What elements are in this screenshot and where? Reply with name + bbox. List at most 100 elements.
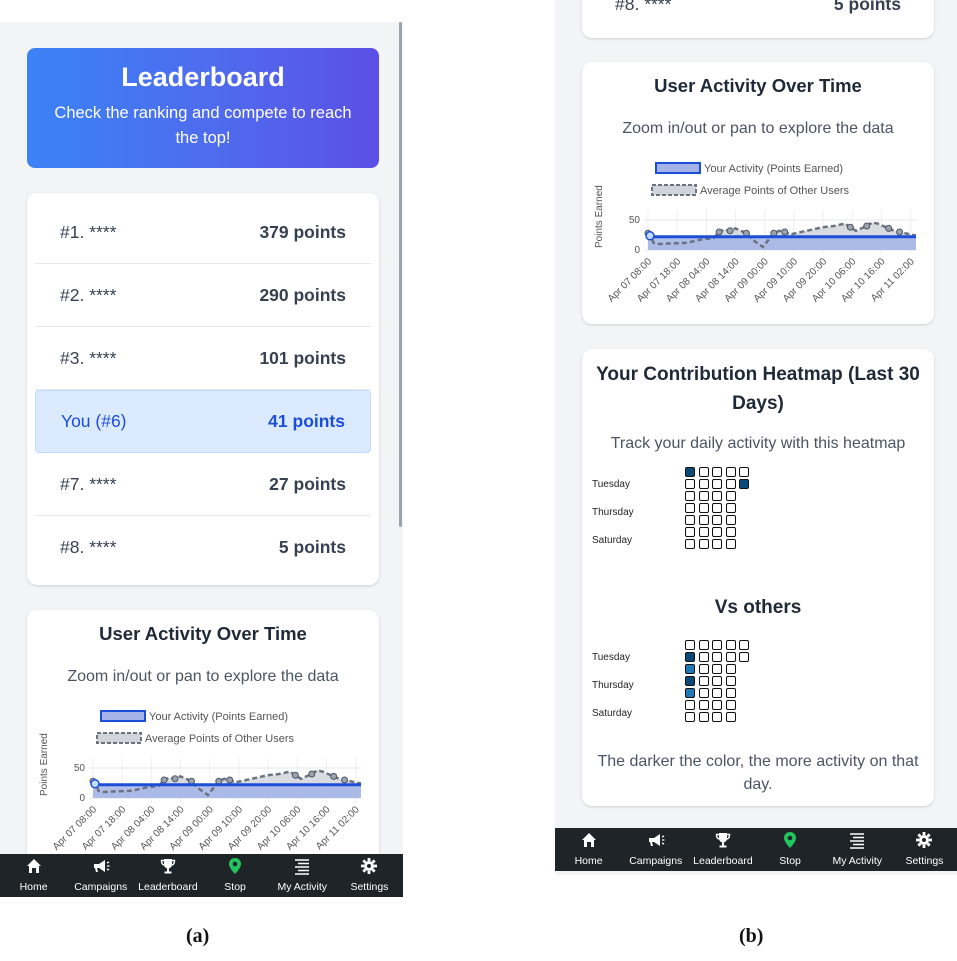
heatmap-cell[interactable] [698,676,709,686]
heatmap-cell[interactable] [685,640,695,650]
heatmap-cell[interactable] [685,712,695,722]
heatmap-cell[interactable] [712,700,722,710]
heatmap-cell[interactable] [685,700,695,710]
heatmap-cell[interactable] [739,652,749,662]
heatmap-cell[interactable] [712,640,722,650]
data-point-your-activity[interactable] [645,231,655,241]
heatmap-cell[interactable] [725,652,736,662]
heatmap-cell[interactable] [698,688,709,698]
heatmap-cell[interactable] [712,491,722,501]
heatmap-cell[interactable] [698,700,709,710]
heatmap-cell[interactable] [712,527,722,537]
heatmap-cell[interactable] [698,503,709,513]
data-point-other-users[interactable] [291,771,299,779]
data-point-other-users[interactable] [896,228,904,236]
nav-item-my-activity[interactable]: My Activity [269,854,336,897]
heatmap-cell[interactable] [685,503,695,513]
heatmap-cell[interactable] [725,503,736,513]
heatmap-cell[interactable] [725,527,736,537]
heatmap-cell[interactable] [712,503,722,513]
nav-item-home[interactable]: Home [0,854,67,897]
heatmap-cell[interactable] [725,676,736,686]
heatmap-cell[interactable] [698,479,709,489]
legend-swatch-your-activity[interactable] [655,162,701,174]
heatmap-cell[interactable] [685,676,695,686]
data-point-other-users[interactable] [215,777,223,785]
heatmap-cell[interactable] [712,515,722,525]
data-point-other-users[interactable] [781,228,789,236]
heatmap-cell[interactable] [712,652,722,662]
nav-item-stop[interactable]: Stop [757,828,824,871]
nav-item-leaderboard[interactable]: Leaderboard [134,854,201,897]
data-point-other-users[interactable] [863,222,871,230]
heatmap-cell[interactable] [698,491,709,501]
nav-item-my-activity[interactable]: My Activity [824,828,891,871]
nav-item-leaderboard[interactable]: Leaderboard [689,828,756,871]
legend-swatch-other-users[interactable] [651,184,697,196]
heatmap-cell[interactable] [698,664,709,674]
heatmap-cell[interactable] [685,491,695,501]
heatmap-cell[interactable] [698,652,709,662]
legend-label-your-activity[interactable]: Your Activity (Points Earned) [149,711,288,723]
activity-chart[interactable]: Your Activity (Points Earned) Average Poi… [27,700,379,860]
heatmap-cell[interactable] [685,652,695,662]
heatmap-cell[interactable] [739,479,749,489]
data-point-other-users[interactable] [308,770,316,778]
data-point-other-users[interactable] [160,776,168,784]
heatmap-cell[interactable] [712,539,722,549]
legend-label-other-users[interactable]: Average Points of Other Users [700,185,849,197]
legend-swatch-other-users[interactable] [96,732,142,744]
heatmap-cell[interactable] [685,688,695,698]
heatmap-cell[interactable] [739,467,749,477]
data-point-other-users[interactable] [171,775,179,783]
heatmap-cell[interactable] [698,539,709,549]
heatmap-cell[interactable] [725,712,736,722]
heatmap-cell[interactable] [698,467,709,477]
heatmap-cell[interactable] [725,491,736,501]
heatmap-cell[interactable] [698,527,709,537]
activity-chart[interactable]: Your Activity (Points Earned) Average Poi… [582,152,934,312]
heatmap-cell[interactable] [725,640,736,650]
heatmap-cell[interactable] [698,640,709,650]
heatmap-cell[interactable] [698,712,709,722]
heatmap-cell[interactable] [712,467,722,477]
data-point-other-users[interactable] [846,223,854,231]
heatmap-cell[interactable] [685,479,695,489]
heatmap-cell[interactable] [685,664,695,674]
heatmap-cell[interactable] [725,515,736,525]
heatmap-cell[interactable] [685,527,695,537]
data-point-other-users[interactable] [226,776,234,784]
nav-item-settings[interactable]: Settings [891,828,957,871]
scrollbar[interactable] [399,22,402,527]
data-point-other-users[interactable] [885,224,893,232]
heatmap-cell[interactable] [698,515,709,525]
legend-label-your-activity[interactable]: Your Activity (Points Earned) [704,163,843,175]
heatmap-cell[interactable] [725,664,736,674]
heatmap-cell[interactable] [739,640,749,650]
heatmap-cell[interactable] [725,467,736,477]
data-point-other-users[interactable] [187,777,195,785]
heatmap-cell[interactable] [725,539,736,549]
heatmap-cell[interactable] [725,700,736,710]
heatmap-cell[interactable] [685,539,695,549]
nav-item-settings[interactable]: Settings [336,854,403,897]
heatmap-cell[interactable] [712,688,722,698]
data-point-other-users[interactable] [715,228,723,236]
heatmap-cell[interactable] [712,712,722,722]
heatmap-cell[interactable] [685,467,695,477]
legend-label-other-users[interactable]: Average Points of Other Users [145,733,294,745]
heatmap-cell[interactable] [712,676,722,686]
data-point-other-users[interactable] [330,772,338,780]
nav-item-stop[interactable]: Stop [202,854,269,897]
heatmap-cell[interactable] [725,479,736,489]
nav-item-campaigns[interactable]: Campaigns [622,828,689,871]
data-point-other-users[interactable] [341,776,349,784]
nav-item-campaigns[interactable]: Campaigns [67,854,134,897]
heatmap-cell[interactable] [712,664,722,674]
data-point-other-users[interactable] [726,227,734,235]
heatmap-cell[interactable] [725,688,736,698]
nav-item-home[interactable]: Home [555,828,622,871]
heatmap-cell[interactable] [712,479,722,489]
heatmap-cell[interactable] [685,515,695,525]
legend-swatch-your-activity[interactable] [100,710,146,722]
